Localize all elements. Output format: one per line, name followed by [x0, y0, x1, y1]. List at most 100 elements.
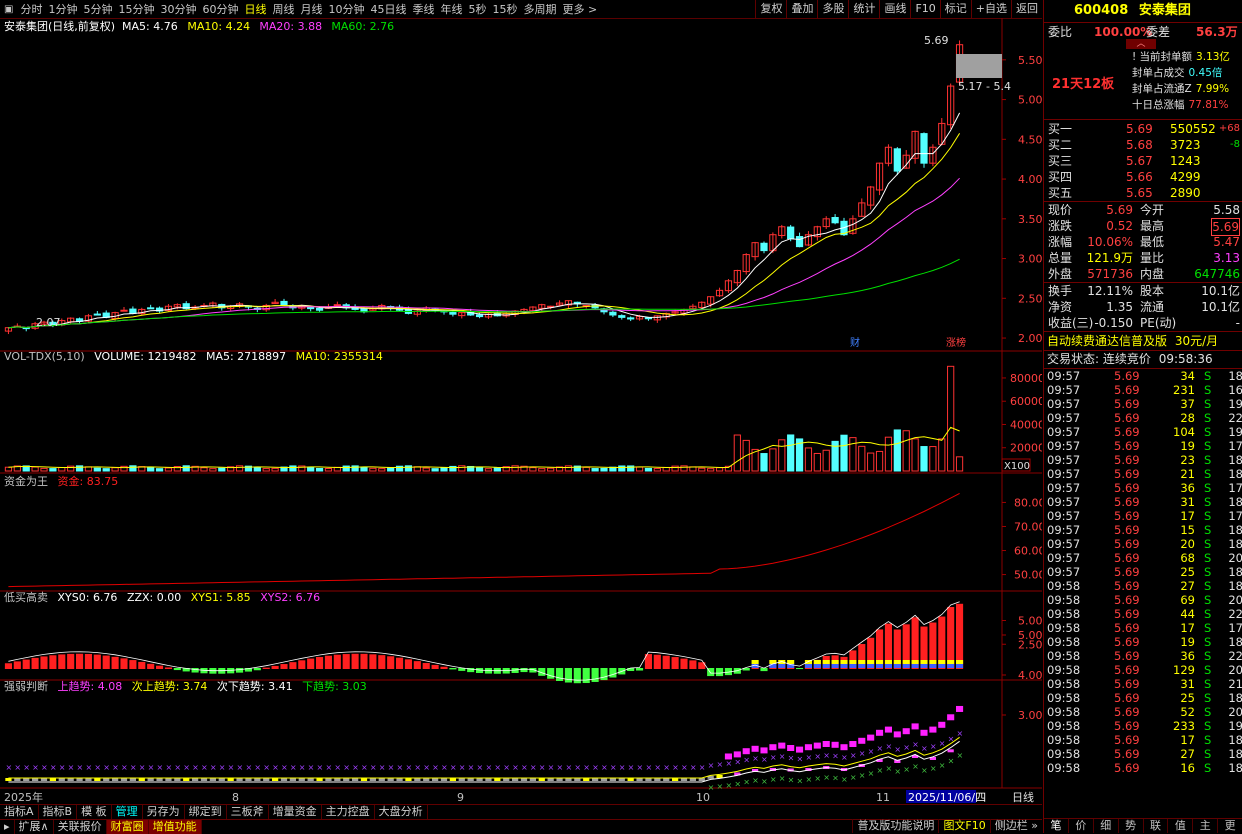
st-strong-101: [902, 728, 910, 735]
tick-num-17: 22: [1228, 607, 1242, 621]
candle-93[interactable]: [831, 217, 839, 224]
tick-price-10: 5.69: [1114, 509, 1140, 523]
quote-tab-7[interactable]: 更: [1218, 819, 1242, 833]
fund-panel[interactable]: 资金为王 资金: 83.75 80.00 70.00 60.00 50.00: [4, 474, 1046, 588]
f10-button[interactable]: 图文F10: [938, 819, 989, 833]
candle-50[interactable]: [449, 312, 457, 315]
toolbar-right-8[interactable]: 返回: [1011, 0, 1042, 18]
main-panel-title: 安泰集团(日线,前复权): [4, 19, 115, 33]
bid-row-2[interactable]: 买三 5.67 1243: [1044, 153, 1242, 169]
candle-88[interactable]: [787, 226, 795, 240]
period-15[interactable]: 多周期: [520, 1, 559, 17]
vol-ma-line: [8, 426, 960, 469]
period-10[interactable]: 45日线: [367, 1, 409, 17]
toolbar-right-1[interactable]: 叠加: [786, 0, 817, 18]
quote-tab-4[interactable]: 联: [1144, 819, 1169, 833]
candle-16[interactable]: [147, 307, 155, 310]
period-3[interactable]: 15分钟: [115, 1, 157, 17]
period-2[interactable]: 5分钟: [80, 1, 115, 17]
indicator-tab-3[interactable]: 管理: [112, 805, 143, 819]
promo-row[interactable]: 自动续费通达信普及版 30元/月: [1044, 331, 1242, 350]
window-menu-icon[interactable]: ▣: [0, 4, 17, 15]
indicator-tab-5[interactable]: 绑定到: [185, 805, 227, 819]
candle-13[interactable]: [120, 309, 128, 312]
candles[interactable]: [4, 40, 964, 335]
sidebar-toggle[interactable]: 侧边栏 »: [989, 819, 1042, 833]
toolbar-right-0[interactable]: 复权: [755, 0, 786, 18]
candle-34[interactable]: [307, 306, 315, 310]
period-8[interactable]: 月线: [297, 1, 325, 17]
candle-14[interactable]: [129, 308, 137, 314]
period-11[interactable]: 季线: [409, 1, 437, 17]
quote-tab-0[interactable]: 笔: [1044, 819, 1069, 833]
period-13[interactable]: 5秒: [465, 1, 489, 17]
indicator-tab-8[interactable]: 主力控盘: [322, 805, 375, 819]
expand-icon[interactable]: ▸: [0, 820, 15, 834]
tick-num-24: 20: [1228, 705, 1242, 719]
tick-list[interactable]: 09:57 5.69 34 S 18 09:57 5.69 231 S 16 09:57 5.69 37…: [1044, 368, 1242, 775]
volume-panel[interactable]: VOL-TDX(5,10) VOLUME: 1219482 MA5: 27188…: [4, 350, 1045, 472]
vol-bar-71: [635, 466, 644, 472]
toolbar-right-2[interactable]: 多股: [817, 0, 848, 18]
toolbar-right-7[interactable]: +自选: [970, 0, 1011, 18]
period-9[interactable]: 10分钟: [325, 1, 367, 17]
price-panel[interactable]: 安泰集团(日线,前复权) MA5: 4.76 MA10: 4.24 MA20: 3.…: [4, 19, 1043, 349]
indicator-tab-6[interactable]: 三板斧: [227, 805, 269, 819]
buysell-panel[interactable]: 低买高卖 XYS0: 6.76 ZZX: 0.00 XYS1: 5.85 XYS…: [4, 590, 1043, 684]
bid-row-4[interactable]: 买五 5.65 2890: [1044, 185, 1242, 201]
volume-value: VOLUME: 1219482: [94, 350, 196, 363]
ext-tab-3[interactable]: 增值功能: [148, 820, 202, 834]
indicator-tab-9[interactable]: 大盘分析: [375, 805, 428, 819]
ext-tab-2[interactable]: 财富圈: [106, 820, 149, 834]
indicator-tab-7[interactable]: 增量资金: [269, 805, 322, 819]
indicator-tab-1[interactable]: 指标B: [39, 805, 78, 819]
period-16[interactable]: 更多 >: [559, 1, 600, 17]
tick-time-26: 09:58: [1047, 733, 1081, 747]
quote-tab-5[interactable]: 值: [1168, 819, 1194, 833]
chart-area[interactable]: 安泰集团(日线,前复权) MA5: 4.76 MA10: 4.24 MA20: 3.…: [0, 18, 1046, 804]
ext-tab-1[interactable]: 关联报价: [54, 820, 107, 834]
collapse-icon[interactable]: ︿: [1126, 39, 1156, 49]
candle-10[interactable]: [93, 313, 101, 316]
period-4[interactable]: 30分钟: [157, 1, 199, 17]
st-cross-up-50: ×: [450, 763, 457, 772]
period-1[interactable]: 1分钟: [45, 1, 80, 17]
event-tag-finance[interactable]: 财: [850, 336, 860, 349]
candle-103[interactable]: [920, 133, 928, 164]
candle-85[interactable]: [760, 242, 768, 252]
candle-53[interactable]: [475, 314, 484, 318]
period-7[interactable]: 周线: [269, 1, 297, 17]
quote-tab-2[interactable]: 细: [1094, 819, 1119, 833]
quote-tab-3[interactable]: 势: [1119, 819, 1144, 833]
candle-69[interactable]: [618, 315, 626, 318]
period-0[interactable]: 分时: [17, 1, 45, 17]
candle-89[interactable]: [795, 236, 804, 248]
quote-tab-1[interactable]: 价: [1069, 819, 1094, 833]
period-5[interactable]: 60分钟: [199, 1, 241, 17]
indicator-tab-4[interactable]: 另存为: [143, 805, 185, 819]
kline-chart-svg[interactable]: 安泰集团(日线,前复权) MA5: 4.76 MA10: 4.24 MA20: 3.…: [0, 18, 1046, 804]
ext-tab-0[interactable]: 扩展∧: [15, 820, 54, 834]
bid-row-3[interactable]: 买四 5.66 4299: [1044, 169, 1242, 185]
toolbar-right-4[interactable]: 画线: [879, 0, 910, 18]
candle-100[interactable]: [893, 148, 901, 172]
status-help[interactable]: 普及版功能说明: [852, 819, 938, 833]
candle-72[interactable]: [644, 317, 653, 320]
candle-68[interactable]: [609, 311, 617, 316]
event-tag-limit-up[interactable]: 涨榜: [946, 336, 966, 349]
toolbar-right-5[interactable]: F10: [910, 0, 939, 18]
toolbar-right-3[interactable]: 统计: [848, 0, 879, 18]
indicator-tab-2[interactable]: 模 板: [77, 805, 112, 819]
period-14[interactable]: 15秒: [489, 1, 520, 17]
candle-31[interactable]: [280, 300, 288, 306]
candle-35[interactable]: [315, 307, 324, 311]
bid-row-0[interactable]: 买一 5.69 550552 +68: [1044, 121, 1242, 137]
indicator-tab-0[interactable]: 指标A: [0, 805, 39, 819]
candle-70[interactable]: [627, 317, 635, 320]
period-12[interactable]: 年线: [437, 1, 465, 17]
candle-37[interactable]: [333, 304, 341, 307]
bid-row-1[interactable]: 买二 5.68 3723 -8: [1044, 137, 1242, 153]
toolbar-right-6[interactable]: 标记: [939, 0, 971, 18]
period-6[interactable]: 日线: [241, 1, 269, 17]
quote-tab-6[interactable]: 主: [1193, 819, 1219, 833]
